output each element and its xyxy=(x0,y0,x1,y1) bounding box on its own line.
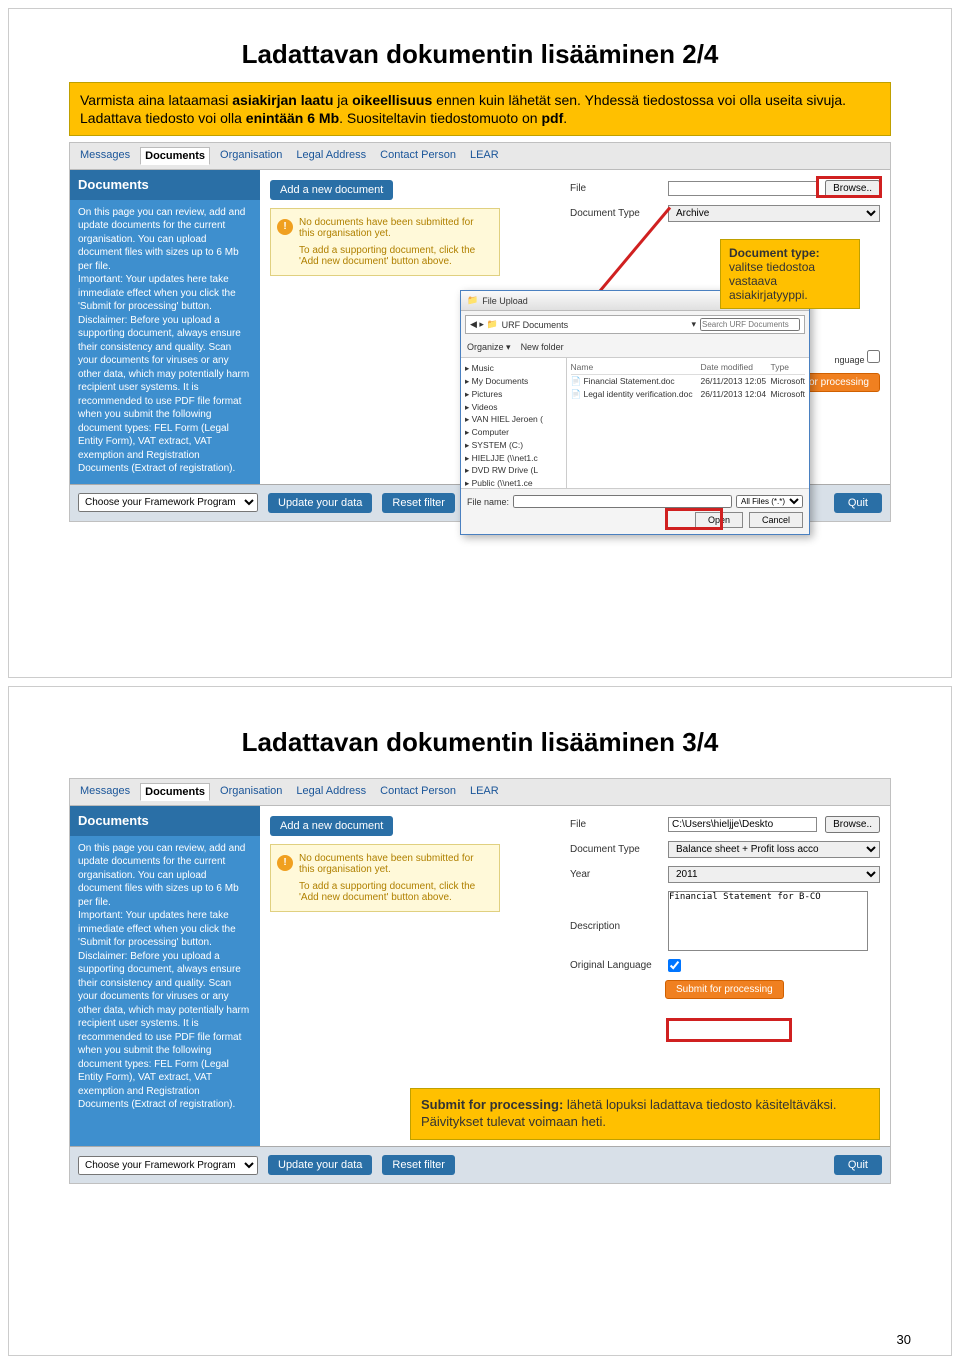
info-line1: No documents have been submitted for thi… xyxy=(299,217,491,239)
quit-button-2[interactable]: Quit xyxy=(834,1155,882,1175)
update-data-button-2[interactable]: Update your data xyxy=(268,1155,372,1175)
file-tree[interactable]: ▸ Music▸ My Documents▸ Pictures▸ Videos▸… xyxy=(461,358,567,488)
sidebar: Documents On this page you can review, a… xyxy=(70,170,260,484)
open-button[interactable]: Open xyxy=(695,512,743,528)
filename-label: File name: xyxy=(467,497,509,507)
file-list[interactable]: Name Date modified Type 📄 Financial Stat… xyxy=(567,358,809,488)
submit-processing-button-2[interactable]: Submit for processing xyxy=(665,980,784,999)
description-label: Description xyxy=(570,921,660,932)
tab-contact-person[interactable]: Contact Person xyxy=(376,783,460,801)
highlight-submit xyxy=(666,1018,792,1042)
language-checkbox[interactable] xyxy=(867,350,880,363)
orig-lang-label: Original Language xyxy=(570,960,660,971)
tab-messages[interactable]: Messages xyxy=(76,147,134,165)
file-label: File xyxy=(570,183,660,194)
tab-organisation[interactable]: Organisation xyxy=(216,783,286,801)
quit-button[interactable]: Quit xyxy=(834,493,882,513)
bottom-bar-2: Choose your Framework Program Update you… xyxy=(70,1146,890,1183)
orig-lang-checkbox[interactable] xyxy=(668,959,681,972)
dialog-bottom: File name: All Files (*.*) Open Cancel xyxy=(461,488,809,534)
screenshot-2: Messages Documents Organisation Legal Ad… xyxy=(69,778,891,1184)
dialog-toolbar: Organize ▾ New folder xyxy=(461,338,809,358)
doc-type-label: Document Type xyxy=(570,208,660,219)
slide2-title: Ladattavan dokumentin lisääminen 3/4 xyxy=(69,727,891,758)
info-box-2: No documents have been submitted for thi… xyxy=(270,844,500,912)
tab-messages[interactable]: Messages xyxy=(76,783,134,801)
browse-button-2[interactable]: Browse.. xyxy=(825,816,880,833)
sidebar-title-2: Documents xyxy=(70,806,260,836)
file-input-2[interactable] xyxy=(668,817,817,832)
organize-menu[interactable]: Organize ▾ xyxy=(467,342,511,353)
tab-lear[interactable]: LEAR xyxy=(466,783,503,801)
framework-select[interactable]: Choose your Framework Program xyxy=(78,493,258,512)
year-label: Year xyxy=(570,869,660,880)
col-type: Type xyxy=(771,362,789,372)
file-input[interactable] xyxy=(668,181,817,196)
col-name: Name xyxy=(571,362,701,372)
sidebar-2: Documents On this page you can review, a… xyxy=(70,806,260,1146)
screenshot-body-2: Documents On this page you can review, a… xyxy=(70,806,890,1146)
sidebar-text-2: On this page you can review, add and upd… xyxy=(78,842,252,1112)
screenshot-1: Messages Documents Organisation Legal Ad… xyxy=(69,142,891,522)
slide1-callout: Varmista aina lataamasi asiakirjan laatu… xyxy=(69,82,891,136)
slide-2: Ladattavan dokumentin lisääminen 3/4 Mes… xyxy=(8,686,952,1356)
main-area: Add a new document No documents have bee… xyxy=(260,170,890,484)
callout-submit: Submit for processing: lähetä lopuksi la… xyxy=(410,1088,880,1140)
doc-type-select[interactable]: Archive xyxy=(668,205,880,222)
callout-doc-type: Document type: valitse tiedostoa vastaav… xyxy=(720,239,860,309)
tab-documents[interactable]: Documents xyxy=(140,147,210,165)
screenshot-body: Documents On this page you can review, a… xyxy=(70,170,890,484)
tab-legal-address[interactable]: Legal Address xyxy=(292,147,370,165)
browse-button[interactable]: Browse.. xyxy=(825,180,880,197)
framework-select-2[interactable]: Choose your Framework Program xyxy=(78,1156,258,1175)
page-number: 30 xyxy=(897,1332,911,1347)
sidebar-title: Documents xyxy=(70,170,260,200)
reset-filter-button[interactable]: Reset filter xyxy=(382,493,455,513)
cancel-button[interactable]: Cancel xyxy=(749,512,803,528)
tab-legal-address[interactable]: Legal Address xyxy=(292,783,370,801)
info-line2: To add a supporting document, click the … xyxy=(299,245,491,267)
dialog-path[interactable]: ◀ ▸ 📁 URF Documents ▾ xyxy=(465,315,805,334)
file-filter[interactable]: All Files (*.*) xyxy=(736,495,803,508)
filename-input[interactable] xyxy=(513,495,732,508)
tab-organisation[interactable]: Organisation xyxy=(216,147,286,165)
add-document-button-2[interactable]: Add a new document xyxy=(270,816,393,836)
main-area-2: Add a new document No documents have bee… xyxy=(260,806,890,1146)
slide1-title: Ladattavan dokumentin lisääminen 2/4 xyxy=(69,39,891,70)
add-document-button[interactable]: Add a new document xyxy=(270,180,393,200)
year-select[interactable]: 2011 xyxy=(668,866,880,883)
slide-1: Ladattavan dokumentin lisääminen 2/4 Var… xyxy=(8,8,952,678)
new-folder-button[interactable]: New folder xyxy=(521,342,564,353)
file-upload-dialog: 📁 File Upload X ◀ ▸ 📁 URF Documents ▾ Or… xyxy=(460,290,810,535)
update-data-button[interactable]: Update your data xyxy=(268,493,372,513)
tab-contact-person[interactable]: Contact Person xyxy=(376,147,460,165)
col-date: Date modified xyxy=(701,362,771,372)
doc-type-select-2[interactable]: Balance sheet + Profit loss acco xyxy=(668,841,880,858)
tabs-bar-2: Messages Documents Organisation Legal Ad… xyxy=(70,779,890,806)
tab-documents[interactable]: Documents xyxy=(140,783,210,801)
tab-lear[interactable]: LEAR xyxy=(466,147,503,165)
sidebar-text: On this page you can review, add and upd… xyxy=(78,206,252,476)
dialog-title: File Upload xyxy=(482,296,528,306)
info-box: No documents have been submitted for thi… xyxy=(270,208,500,276)
folder-icon: 📁 xyxy=(467,295,478,306)
form-panel-2: File Browse.. Document Type Balance shee… xyxy=(570,816,880,999)
reset-filter-button-2[interactable]: Reset filter xyxy=(382,1155,455,1175)
tabs-bar: Messages Documents Organisation Legal Ad… xyxy=(70,143,890,170)
description-textarea[interactable]: Financial Statement for B-CO xyxy=(668,891,868,951)
dialog-search[interactable] xyxy=(700,318,800,331)
